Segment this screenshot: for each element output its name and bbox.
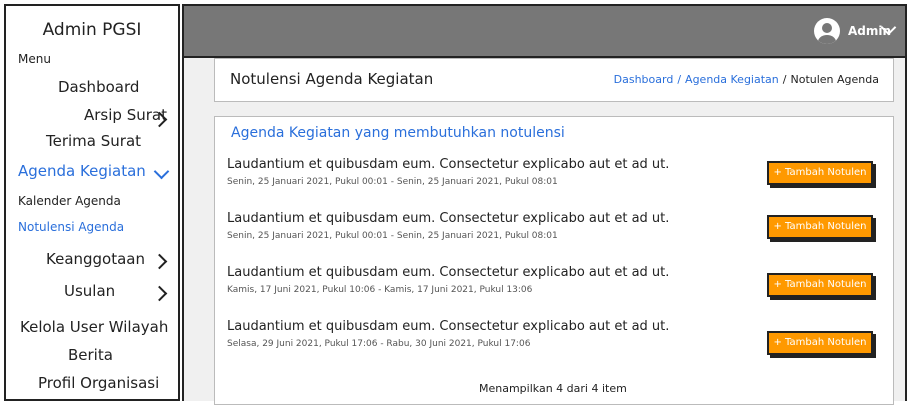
agenda-title: Laudantium et quibusdam eum. Consectetur… [227, 265, 670, 280]
chevron-right-icon[interactable] [151, 253, 168, 270]
sidebar-item-dashboard[interactable]: Dashboard [58, 78, 139, 96]
agenda-title: Laudantium et quibusdam eum. Consectetur… [227, 157, 670, 172]
agenda-time: Selasa, 29 Juni 2021, Pukul 17:06 - Rabu… [227, 339, 531, 349]
agenda-title: Laudantium et quibusdam eum. Consectetur… [227, 319, 670, 334]
list-item: Laudantium et quibusdam eum. Consectetur… [227, 265, 887, 309]
agenda-list-card: Agenda Kegiatan yang membutuhkan notulen… [214, 116, 894, 405]
chevron-down-icon[interactable] [153, 163, 170, 180]
app-title: Admin PGSI [42, 20, 142, 40]
breadcrumb-current: Notulen Agenda [790, 73, 879, 86]
sidebar: Admin PGSI Menu Dashboard Arsip Surat Te… [4, 4, 180, 401]
list-item: Laudantium et quibusdam eum. Consectetur… [227, 319, 887, 363]
add-notulen-button[interactable]: + Tambah Notulen [767, 331, 873, 355]
page-header-card: Notulensi Agenda Kegiatan Dashboard / Agen… [214, 58, 894, 102]
sidebar-item-profil-organisasi[interactable]: Profil Organisasi [38, 374, 159, 392]
page-title: Notulensi Agenda Kegiatan [230, 70, 434, 88]
top-bar: Admin [182, 4, 907, 58]
sidebar-item-berita[interactable]: Berita [68, 346, 113, 364]
breadcrumb-separator: / [677, 73, 682, 86]
agenda-time: Kamis, 17 Juni 2021, Pukul 10:06 - Kamis… [227, 285, 533, 295]
sidebar-item-terima-surat[interactable]: Terima Surat [46, 132, 141, 150]
breadcrumb-separator: / [782, 73, 787, 86]
add-notulen-button[interactable]: + Tambah Notulen [767, 161, 873, 185]
user-avatar-icon[interactable] [814, 18, 840, 44]
breadcrumb-agenda-kegiatan[interactable]: Agenda Kegiatan [685, 73, 779, 86]
agenda-time: Senin, 25 Januari 2021, Pukul 00:01 - Se… [227, 231, 558, 241]
sidebar-subitem-notulensi-agenda[interactable]: Notulensi Agenda [18, 220, 124, 234]
list-item: Laudantium et quibusdam eum. Consectetur… [227, 157, 887, 201]
agenda-time: Senin, 25 Januari 2021, Pukul 00:01 - Se… [227, 177, 558, 187]
list-item: Laudantium et quibusdam eum. Consectetur… [227, 211, 887, 255]
sidebar-item-keanggotaan[interactable]: Keanggotaan [46, 250, 145, 268]
add-notulen-button[interactable]: + Tambah Notulen [767, 215, 873, 239]
add-notulen-button[interactable]: + Tambah Notulen [767, 273, 873, 297]
section-heading: Agenda Kegiatan yang membutuhkan notulen… [231, 125, 565, 141]
sidebar-subitem-kalender-agenda[interactable]: Kalender Agenda [18, 194, 121, 208]
sidebar-item-usulan[interactable]: Usulan [64, 282, 115, 300]
chevron-right-icon[interactable] [151, 285, 168, 302]
sidebar-item-kelola-user-wilayah[interactable]: Kelola User Wilayah [20, 318, 168, 336]
item-count-summary: Menampilkan 4 dari 4 item [479, 382, 627, 395]
sidebar-item-agenda-kegiatan[interactable]: Agenda Kegiatan [18, 162, 146, 180]
menu-label: Menu [18, 52, 51, 66]
breadcrumb: Dashboard / Agenda Kegiatan / Notulen Agenda [614, 73, 879, 86]
breadcrumb-dashboard[interactable]: Dashboard [614, 73, 674, 86]
agenda-title: Laudantium et quibusdam eum. Consectetur… [227, 211, 670, 226]
